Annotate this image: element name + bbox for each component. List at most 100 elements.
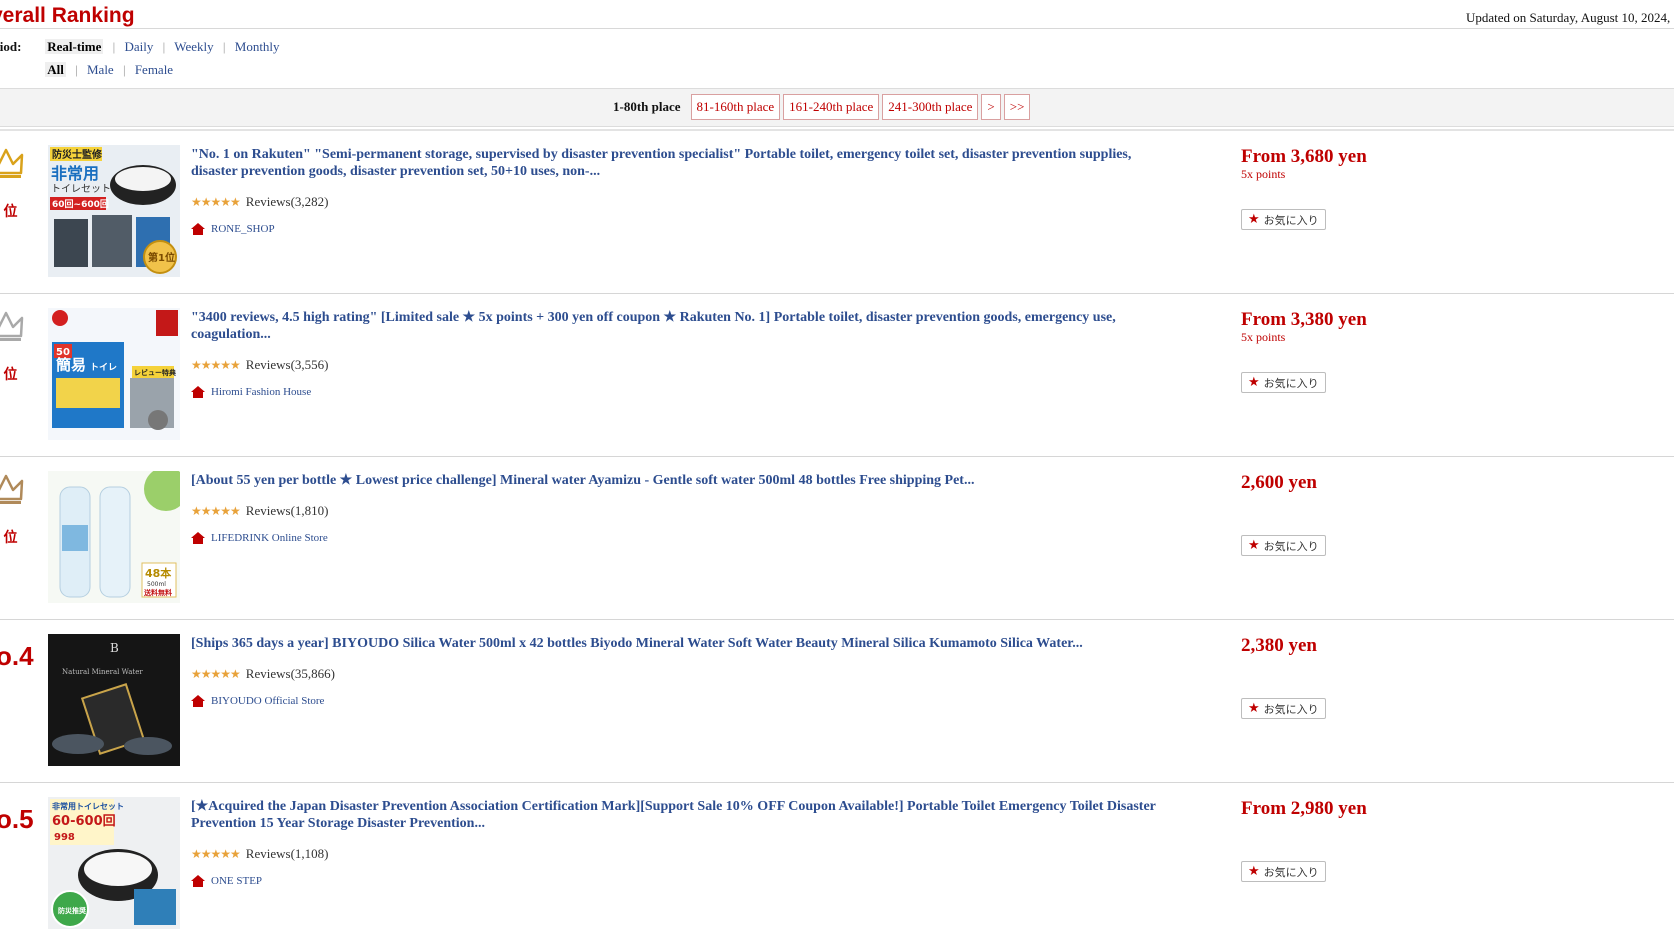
- shop-name-link[interactable]: RONE_SHOP: [211, 223, 275, 235]
- image-bag-label-text: レビュー特典: [134, 368, 176, 377]
- product-price: From 2,980 yen: [1241, 798, 1367, 819]
- crown-base: [0, 175, 21, 178]
- shop-row: RONE_SHOP: [191, 223, 275, 235]
- image-box-2: [92, 215, 132, 267]
- image-box-panel: [56, 378, 120, 408]
- image-splash-2: [124, 737, 172, 755]
- period-option-active[interactable]: Real-time: [45, 39, 104, 54]
- pager-link-161-240[interactable]: 161-240th place: [783, 94, 880, 120]
- image-count-text: 48本: [145, 566, 171, 580]
- reviews-link[interactable]: Reviews(1,810): [246, 503, 329, 518]
- product-title-link[interactable]: [Ships 365 days a year] BIYOUDO Silica W…: [191, 635, 1159, 652]
- favorite-button[interactable]: ★ お気に入り: [1241, 698, 1326, 719]
- page-title: verall Ranking: [0, 4, 135, 27]
- sex-option-female[interactable]: Female: [135, 62, 173, 77]
- image-banner-count: 60-600回: [52, 814, 116, 829]
- sex-option-active[interactable]: All: [45, 62, 66, 77]
- product-price: 2,380 yen: [1241, 635, 1317, 656]
- shop-name-link[interactable]: BIYOUDO Official Store: [211, 695, 324, 707]
- image-bottle-label: [62, 525, 88, 551]
- star-icon: ★: [1248, 701, 1260, 716]
- rank-badge: 3位: [0, 470, 46, 560]
- pager-last-button[interactable]: >>: [1003, 94, 1031, 120]
- shop-name-link[interactable]: Hiromi Fashion House: [211, 386, 311, 398]
- image-logo: [52, 310, 68, 326]
- image-box-subtitle: トイレ: [90, 362, 117, 373]
- favorite-button[interactable]: ★ お気に入り: [1241, 861, 1326, 882]
- item-divider: [0, 619, 1674, 620]
- rating: ★★★★★ Reviews(1,810): [191, 503, 328, 519]
- product-image[interactable]: 防災士監修 非常用 トイレセット 60回~600回 第1位: [48, 145, 180, 277]
- pager-link-81-160[interactable]: 81-160th place: [690, 94, 781, 120]
- shop-home-icon: [191, 532, 205, 544]
- crown-shape: [0, 474, 24, 501]
- product-title-link[interactable]: [About 55 yen per bottle ★ Lowest price …: [191, 472, 1159, 489]
- period-option-daily[interactable]: Daily: [125, 39, 154, 54]
- ranking-item: o.5 非常用トイレセット 60-600回 998 防災推奨 [★Acquire…: [0, 784, 1674, 942]
- pager: 1-80th place 81-160th place 161-240th pl…: [613, 94, 1033, 120]
- favorite-button[interactable]: ★ お気に入り: [1241, 209, 1326, 230]
- image-badge: [156, 310, 178, 336]
- product-image[interactable]: B Natural Mineral Water: [48, 634, 180, 766]
- item-divider: [0, 782, 1674, 783]
- period-label: riod:: [0, 39, 22, 54]
- period-option-weekly[interactable]: Weekly: [174, 39, 213, 54]
- separator: |: [162, 39, 166, 54]
- reviews-link[interactable]: Reviews(3,556): [246, 357, 329, 372]
- product-title-link[interactable]: "No. 1 on Rakuten" "Semi-permanent stora…: [191, 146, 1159, 180]
- rank-number: o.4: [0, 641, 34, 671]
- favorite-button[interactable]: ★ お気に入り: [1241, 535, 1326, 556]
- pager-next-button[interactable]: >: [981, 94, 1001, 120]
- product-price: 2,600 yen: [1241, 472, 1317, 493]
- ranking-item: 3位 48本 500ml 送料無料 [About 55 yen per bott…: [0, 458, 1674, 620]
- star-rating-icon: ★★★★★: [191, 358, 241, 372]
- favorite-button[interactable]: ★ お気に入り: [1241, 372, 1326, 393]
- product-price: From 3,380 yen: [1241, 309, 1367, 330]
- product-title-link[interactable]: "3400 reviews, 4.5 high rating" [Limited…: [191, 309, 1159, 343]
- points-badge: 5x points: [1241, 330, 1286, 344]
- image-box-title: 簡易: [56, 356, 86, 374]
- rank-number: 1位: [0, 192, 17, 223]
- period-filter: riod: Real-time | Daily | Weekly | Month…: [0, 39, 280, 55]
- rating: ★★★★★ Reviews(1,108): [191, 846, 328, 862]
- star-icon: ★: [1248, 538, 1260, 553]
- shop-name-link[interactable]: ONE STEP: [211, 875, 262, 887]
- image-seal-text: 防災推奨: [58, 906, 87, 915]
- reviews-link[interactable]: Reviews(1,108): [246, 846, 329, 861]
- sex-label: :: [0, 62, 42, 78]
- reviews-link[interactable]: Reviews(3,282): [246, 194, 329, 209]
- pager-bar: 1-80th place 81-160th place 161-240th pl…: [0, 88, 1674, 127]
- image-splash-1: [52, 734, 104, 754]
- image-toilet-seat: [115, 167, 171, 191]
- star-rating-icon: ★★★★★: [191, 504, 241, 518]
- product-title-link[interactable]: [★Acquired the Japan Disaster Prevention…: [191, 798, 1159, 832]
- star-rating-icon: ★★★★★: [191, 667, 241, 681]
- rank-number: o.5: [0, 804, 34, 834]
- product-image[interactable]: 非常用トイレセット 60-600回 998 防災推奨: [48, 797, 180, 929]
- rating: ★★★★★ Reviews(3,282): [191, 194, 328, 210]
- image-band-text: 60回~600回: [52, 199, 109, 210]
- product-image[interactable]: 50 簡易 トイレ レビュー特典: [48, 308, 180, 440]
- header-divider: [0, 28, 1674, 29]
- star-icon: ★: [1248, 375, 1260, 390]
- star-icon: ★: [1248, 864, 1260, 879]
- product-image[interactable]: 48本 500ml 送料無料: [48, 471, 180, 603]
- favorite-label: お気に入り: [1263, 213, 1319, 227]
- shop-home-icon: [191, 695, 205, 707]
- pager-link-241-300[interactable]: 241-300th place: [882, 94, 979, 120]
- reviews-link[interactable]: Reviews(35,866): [246, 666, 335, 681]
- image-logo-text: B: [110, 641, 119, 655]
- ranking-page: verall Ranking Updated on Saturday, Augu…: [0, 0, 1674, 942]
- sex-option-male[interactable]: Male: [87, 62, 114, 77]
- period-option-monthly[interactable]: Monthly: [235, 39, 280, 54]
- crown-shape: [0, 311, 24, 338]
- image-shipping-text: 送料無料: [143, 588, 172, 597]
- shop-row: Hiromi Fashion House: [191, 386, 311, 398]
- image-box-1: [54, 219, 88, 267]
- shop-name-link[interactable]: LIFEDRINK Online Store: [211, 532, 328, 544]
- shop-row: ONE STEP: [191, 875, 262, 887]
- star-rating-icon: ★★★★★: [191, 847, 241, 861]
- product-price: From 3,680 yen: [1241, 146, 1367, 167]
- rating: ★★★★★ Reviews(3,556): [191, 357, 328, 373]
- rank-badge: 1位: [0, 144, 46, 234]
